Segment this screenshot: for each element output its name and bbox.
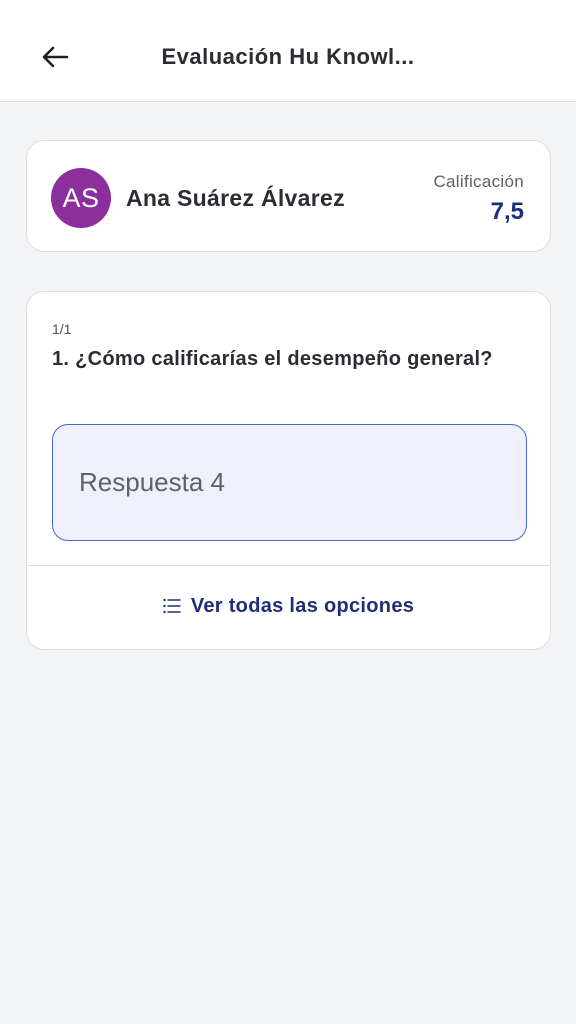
grade-label: Calificación: [433, 172, 524, 191]
selected-answer[interactable]: Respuesta 4: [52, 424, 527, 541]
avatar: AS: [51, 168, 111, 228]
question-card: 1/1 1. ¿Cómo calificarías el desempeño g…: [26, 291, 551, 650]
app-header: Evaluación Hu Knowl...: [0, 0, 576, 102]
student-name: Ana Suárez Álvarez: [126, 185, 345, 211]
view-all-options-button[interactable]: Ver todas las opciones: [27, 586, 550, 626]
question-text: 1. ¿Cómo calificarías el desempeño gener…: [52, 348, 493, 370]
question-counter: 1/1: [52, 321, 72, 337]
answer-text: Respuesta 4: [79, 467, 225, 497]
grade-value: 7,5: [490, 198, 524, 225]
list-icon: [163, 598, 181, 614]
student-card: AS Ana Suárez Álvarez Calificación 7,5: [26, 140, 551, 252]
divider: [27, 565, 550, 566]
view-all-options-label: Ver todas las opciones: [190, 594, 415, 617]
page-title: Evaluación Hu Knowl...: [161, 44, 415, 69]
